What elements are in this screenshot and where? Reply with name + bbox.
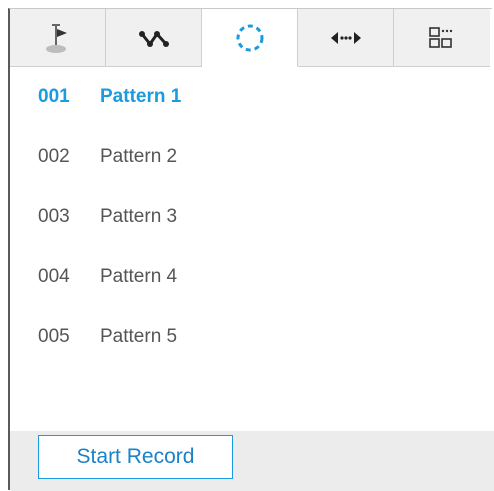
pattern-name: Pattern 3 bbox=[100, 206, 178, 227]
tab-more[interactable] bbox=[394, 9, 490, 67]
pattern-row[interactable]: 002 Pattern 2 bbox=[10, 127, 492, 187]
tab-bar bbox=[10, 9, 492, 67]
pattern-name: Pattern 5 bbox=[100, 326, 178, 347]
tour-path-icon bbox=[138, 30, 169, 47]
pattern-name: Pattern 4 bbox=[100, 266, 178, 287]
pattern-number: 003 bbox=[38, 206, 70, 227]
pattern-number: 005 bbox=[38, 326, 70, 347]
scan-arrows-icon bbox=[330, 31, 361, 44]
pattern-circle-icon bbox=[236, 24, 263, 51]
panel-footer: Start Record bbox=[10, 431, 494, 491]
pattern-row[interactable]: 004 Pattern 4 bbox=[10, 247, 492, 307]
pattern-row[interactable]: 001 Pattern 1 bbox=[10, 67, 492, 127]
tab-preset[interactable] bbox=[10, 9, 106, 67]
pattern-name: Pattern 1 bbox=[100, 86, 182, 107]
tab-pattern[interactable] bbox=[202, 9, 298, 67]
pattern-list: 001 Pattern 1 002 Pattern 2 003 Pattern … bbox=[10, 67, 492, 367]
pattern-number: 004 bbox=[38, 266, 70, 287]
pattern-row[interactable]: 003 Pattern 3 bbox=[10, 187, 492, 247]
preset-flag-icon bbox=[45, 23, 67, 53]
pattern-number: 001 bbox=[38, 86, 70, 107]
pattern-name: Pattern 2 bbox=[100, 146, 178, 167]
tab-scan[interactable] bbox=[298, 9, 394, 67]
pattern-number: 002 bbox=[38, 146, 70, 167]
grid-layout-icon bbox=[429, 26, 453, 48]
start-record-button[interactable]: Start Record bbox=[38, 435, 233, 479]
tab-tour[interactable] bbox=[106, 9, 202, 67]
pattern-row[interactable]: 005 Pattern 5 bbox=[10, 307, 492, 367]
pattern-panel: 001 Pattern 1 002 Pattern 2 003 Pattern … bbox=[8, 8, 494, 491]
